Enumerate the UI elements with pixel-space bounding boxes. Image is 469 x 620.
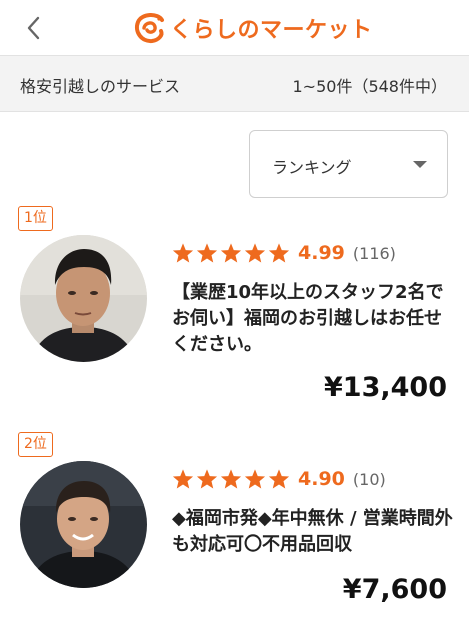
provider-photo (20, 461, 147, 588)
provider-photo (20, 235, 147, 362)
listing-price: ¥7,600 (342, 574, 447, 605)
rank-badge: 1位 (18, 206, 53, 231)
listing-title[interactable]: ◆福岡市発◆年中無休 / 営業時間外も対応可〇不用品回収 (172, 506, 454, 558)
star-icon (196, 243, 218, 263)
result-count: 1~50件（548件中） (292, 77, 448, 96)
category-bar: 格安引越しのサービス 1~50件（548件中） (0, 56, 469, 112)
logo-mark-icon (135, 13, 164, 44)
app-header: くらしのマーケット (0, 0, 469, 56)
star-icon (220, 469, 242, 489)
listing-price: ¥13,400 (324, 372, 447, 403)
star-icon (220, 243, 242, 263)
rating-score: 4.90 (298, 468, 345, 490)
star-rating (172, 242, 292, 264)
review-count: (10) (352, 469, 386, 489)
rating-row: 4.99 (116) (172, 240, 396, 266)
chevron-left-icon[interactable] (20, 13, 50, 43)
listing-title[interactable]: 【業歴10年以上のスタッフ2名でお伺い】福岡のお引越しはお任せください。 (172, 280, 454, 358)
category-title: 格安引越しのサービス (20, 77, 181, 96)
caret-down-icon (413, 161, 427, 168)
review-count: (116) (352, 243, 396, 263)
star-icon (244, 469, 266, 489)
rank-badge: 2位 (18, 432, 53, 457)
star-icon (196, 469, 218, 489)
site-logo[interactable]: くらしのマーケット (132, 10, 373, 46)
logo-text: くらしのマーケット (170, 18, 373, 43)
sort-selected-label: ランキング (272, 158, 352, 177)
provider-avatar[interactable] (20, 235, 147, 362)
star-icon (268, 469, 290, 489)
star-icon (244, 243, 266, 263)
star-rating (172, 468, 292, 490)
sort-dropdown[interactable]: ランキング (249, 130, 448, 198)
star-icon (172, 469, 194, 489)
rating-score: 4.99 (298, 242, 345, 264)
star-icon (268, 243, 290, 263)
rating-row: 4.90 (10) (172, 466, 386, 492)
provider-avatar[interactable] (20, 461, 147, 588)
star-icon (172, 243, 194, 263)
